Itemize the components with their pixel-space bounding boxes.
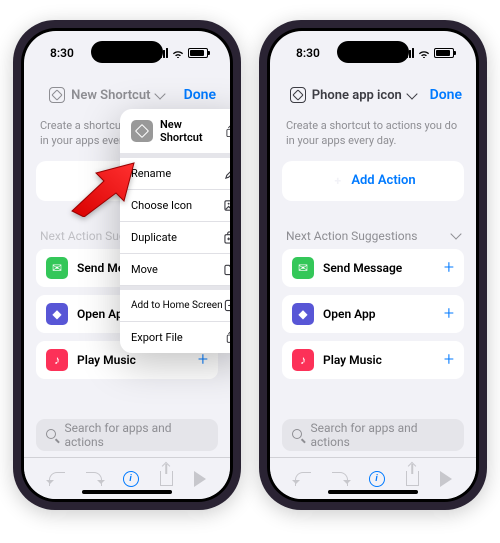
menu-header: New Shortcut [120, 109, 230, 158]
dynamic-island [91, 41, 163, 63]
menu-export[interactable]: Export File [120, 322, 230, 353]
status-time: 8:30 [296, 46, 320, 60]
menu-duplicate[interactable]: Duplicate [120, 222, 230, 254]
nav-bar: Phone app icon Done [270, 75, 476, 115]
chevron-down-icon [450, 229, 461, 240]
add-icon[interactable]: + [444, 257, 454, 278]
menu-move[interactable]: Move [120, 254, 230, 286]
redo-button[interactable] [86, 472, 102, 486]
menu-choose-icon[interactable]: Choose Icon [120, 190, 230, 222]
menu-add-home[interactable]: Add to Home Screen [120, 286, 230, 322]
share-button[interactable] [406, 471, 419, 486]
iphone-left: 8:30 New Shortcut Done Create a shortcut… [13, 20, 241, 510]
dynamic-island [337, 41, 409, 63]
suggestions-header[interactable]: Next Action Suggestions [282, 229, 464, 249]
context-menu: New Shortcut Rename Choose Icon Duplicat… [120, 109, 230, 353]
add-icon[interactable]: + [444, 303, 454, 324]
play-button[interactable] [194, 471, 206, 487]
iphone-right: 8:30 Phone app icon Done Create a shortc… [259, 20, 487, 510]
info-button[interactable]: i [369, 471, 385, 487]
undo-button[interactable] [295, 472, 311, 486]
home-indicator[interactable] [328, 490, 418, 494]
search-field[interactable]: Search for apps and actions [282, 419, 464, 451]
share-button[interactable] [160, 471, 173, 486]
annotation-arrow [66, 161, 136, 217]
music-icon: ♪ [292, 349, 314, 371]
shortcut-icon [49, 87, 65, 103]
chevron-down-icon [406, 88, 417, 99]
done-button[interactable]: Done [184, 87, 216, 103]
play-button[interactable] [440, 471, 452, 487]
menu-rename[interactable]: Rename [120, 158, 230, 190]
search-icon [46, 429, 59, 442]
chevron-down-icon [155, 88, 166, 99]
shortcuts-icon: ◆ [46, 303, 68, 325]
hint-text: Create a shortcut to actions you do in y… [270, 115, 476, 161]
search-field[interactable]: Search for apps and actions [36, 419, 218, 451]
messages-icon: ✉ [46, 257, 68, 279]
battery-icon [188, 48, 208, 58]
suggestion-row[interactable]: ◆Open App+ [282, 295, 464, 333]
add-action-button[interactable]: Add Action [282, 161, 464, 201]
share-icon[interactable] [224, 125, 230, 138]
add-home-icon [224, 299, 230, 312]
status-time: 8:30 [50, 46, 74, 60]
nav-title-button[interactable]: New Shortcut [38, 87, 176, 103]
music-icon: ♪ [46, 349, 68, 371]
home-indicator[interactable] [82, 490, 172, 494]
photo-icon [224, 199, 230, 212]
shortcuts-icon: ◆ [292, 303, 314, 325]
shortcut-icon [131, 120, 153, 142]
done-button[interactable]: Done [430, 87, 462, 103]
plus-icon [330, 173, 345, 188]
folder-icon [224, 263, 230, 276]
shortcut-icon [290, 87, 306, 103]
nav-title-button[interactable]: Phone app icon [284, 87, 422, 103]
wifi-icon [418, 49, 430, 58]
add-icon[interactable]: + [444, 349, 454, 370]
info-button[interactable]: i [123, 471, 139, 487]
duplicate-icon [224, 231, 230, 244]
battery-icon [434, 48, 454, 58]
messages-icon: ✉ [292, 257, 314, 279]
pencil-icon [224, 167, 230, 180]
undo-button[interactable] [49, 472, 65, 486]
redo-button[interactable] [332, 472, 348, 486]
suggestion-row[interactable]: ✉Send Message+ [282, 249, 464, 287]
wifi-icon [172, 49, 184, 58]
suggestion-row[interactable]: ♪Play Music+ [282, 341, 464, 379]
export-icon [224, 331, 230, 344]
search-icon [292, 429, 305, 442]
